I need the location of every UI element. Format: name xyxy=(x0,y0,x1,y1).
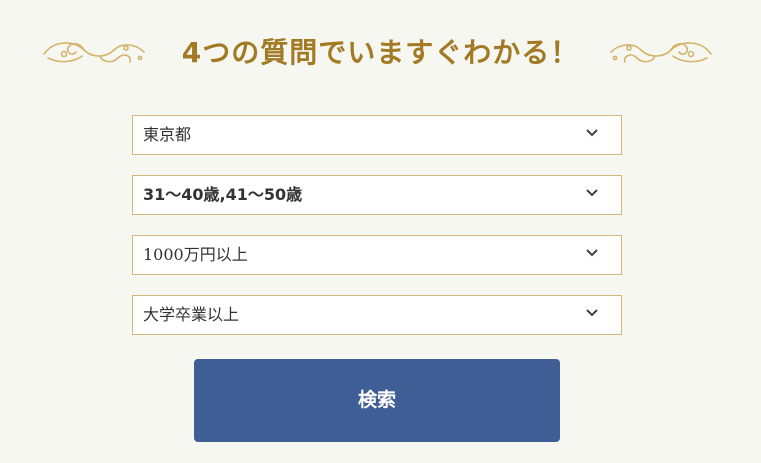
prefecture-select[interactable]: 東京都 xyxy=(132,115,622,155)
education-select[interactable]: 大学卒業以上 xyxy=(132,295,622,335)
chevron-down-icon xyxy=(586,189,598,197)
search-button[interactable]: 検索 xyxy=(194,359,560,442)
flourish-ornament-icon xyxy=(610,42,712,63)
income-select[interactable]: 1000万円以上 xyxy=(132,235,622,275)
select-value: 大学卒業以上 xyxy=(143,305,240,324)
select-value: 1000万円以上 xyxy=(143,245,248,264)
chevron-down-icon xyxy=(586,309,598,317)
age-select[interactable]: 31〜40歳,41〜50歳 xyxy=(132,175,622,215)
chevron-down-icon xyxy=(586,129,598,137)
select-value: 31〜40歳,41〜50歳 xyxy=(143,185,303,204)
select-value: 東京都 xyxy=(143,125,192,144)
chevron-down-icon xyxy=(586,249,598,257)
page-header: 4つの質問でいますぐわかる！ xyxy=(0,30,761,76)
